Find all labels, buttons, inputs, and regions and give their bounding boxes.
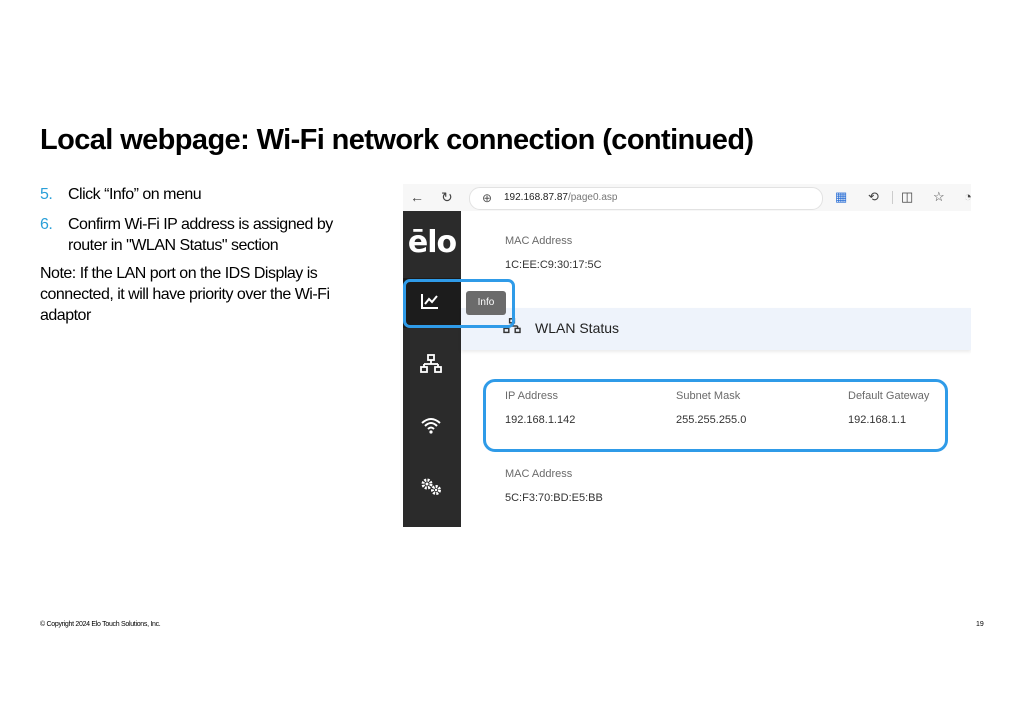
- sidebar: ēlo: [403, 211, 461, 527]
- network-icon: [420, 354, 442, 373]
- wifi-icon: [421, 418, 441, 434]
- note-text: Note: If the LAN port on the IDS Display…: [40, 265, 330, 324]
- step-text: Confirm Wi-Fi IP address is assigned by …: [68, 216, 333, 254]
- toolbar-divider: [892, 191, 893, 204]
- step-text: Click “Info” on menu: [68, 186, 202, 203]
- info-tooltip: Info: [466, 291, 506, 315]
- ip-highlight-box: [483, 379, 948, 452]
- wlan-mac-address-label: MAC Address: [505, 468, 573, 480]
- mac-address-label: MAC Address: [505, 235, 573, 247]
- elo-logo: ēlo: [407, 225, 457, 260]
- refresh-icon[interactable]: ↻: [441, 189, 453, 206]
- split-screen-icon[interactable]: ◫: [901, 189, 913, 205]
- collections-icon[interactable]: ◔: [964, 189, 971, 204]
- gears-icon: [421, 478, 441, 495]
- main-content: MAC Address 1C:EE:C9:30:17:5C WLAN Statu…: [461, 211, 971, 527]
- page-number: 19: [976, 621, 984, 628]
- grid-icon[interactable]: ▦: [835, 189, 847, 205]
- sidebar-item-network[interactable]: [403, 340, 461, 390]
- address-bar[interactable]: ⊕ 192.168.87.87/page0.asp: [469, 187, 823, 210]
- wlan-status-title: WLAN Status: [535, 320, 620, 336]
- screenshot: ← ↻ ⊕ 192.168.87.87/page0.asp ▦ ⟲ ◫ ☆ ◔ …: [403, 184, 971, 527]
- step-6: 6. Confirm Wi-Fi IP address is assigned …: [40, 214, 370, 256]
- sidebar-item-wifi[interactable]: [403, 401, 461, 451]
- globe-icon: ⊕: [482, 191, 493, 205]
- step-5: 5. Click “Info” on menu: [40, 184, 370, 205]
- copyright: © Copyright 2024 Elo Touch Solutions, In…: [40, 621, 161, 628]
- instruction-list: 5. Click “Info” on menu 6. Confirm Wi-Fi…: [40, 184, 370, 326]
- step-number: 5.: [40, 186, 53, 203]
- wlan-mac-address-value: 5C:F3:70:BD:E5:BB: [505, 492, 603, 504]
- browser-toolbar: ← ↻ ⊕ 192.168.87.87/page0.asp ▦ ⟲ ◫ ☆ ◔: [403, 184, 971, 211]
- slide-title: Local webpage: Wi-Fi network connection …: [40, 124, 754, 156]
- step-number: 6.: [40, 216, 53, 233]
- extensions-icon[interactable]: ⟲: [868, 189, 879, 205]
- favorites-icon[interactable]: ☆: [933, 189, 945, 205]
- back-arrow-icon[interactable]: ←: [410, 189, 424, 205]
- sidebar-item-settings[interactable]: [403, 463, 461, 513]
- mac-address-value: 1C:EE:C9:30:17:5C: [505, 259, 602, 271]
- url-text: 192.168.87.87/page0.asp: [504, 192, 618, 203]
- wlan-status-header: WLAN Status: [461, 308, 971, 350]
